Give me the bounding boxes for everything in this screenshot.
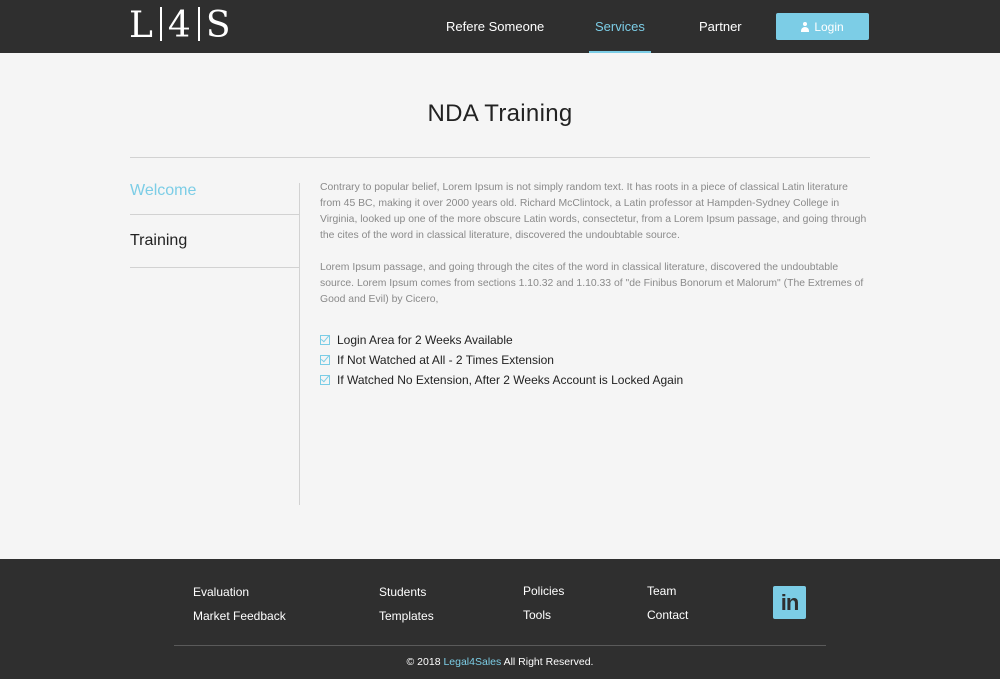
linkedin-icon[interactable]: in [773, 586, 806, 619]
checkbox-checked-icon [320, 355, 330, 365]
footer-divider [174, 645, 826, 646]
source-paragraph: Lorem Ipsum passage, and going through t… [320, 262, 864, 305]
brand-link[interactable]: Legal4Sales [443, 656, 501, 668]
checklist-item: If Not Watched at All - 2 Times Extensio… [320, 350, 870, 370]
logo-letter-s: S [205, 5, 232, 46]
sidebar-item-training[interactable]: Training [130, 215, 300, 268]
logo-letter-l: L [129, 5, 154, 46]
logo-digit-4: 4 [167, 5, 192, 46]
login-button[interactable]: Login [776, 13, 869, 40]
nav-refer-someone[interactable]: Refere Someone [446, 0, 544, 53]
user-icon [801, 21, 810, 32]
page-title: NDA Training [427, 100, 573, 127]
checkbox-checked-icon [320, 335, 330, 345]
copyright-prefix: © 2018 [406, 656, 441, 668]
footer-link-templates[interactable]: Templates [379, 609, 434, 623]
footer-link-market-feedback[interactable]: Market Feedback [193, 609, 286, 623]
checklist-item: If Watched No Extension, After 2 Weeks A… [320, 370, 870, 390]
nav-services[interactable]: Services [589, 0, 651, 53]
footer-link-students[interactable]: Students [379, 585, 426, 599]
sidebar-menu: Welcome Training [130, 158, 300, 268]
intro-paragraph: Contrary to popular belief, Lorem Ipsum … [320, 182, 867, 241]
l4s-logo[interactable]: L4S [129, 6, 231, 46]
copyright-text: © 2018 Legal4Sales All Right Reserved. [0, 656, 1000, 668]
top-navbar: L4S Refere Someone Services Partner Logi… [0, 0, 1000, 53]
sidebar-item-welcome[interactable]: Welcome [130, 158, 300, 215]
checklist-item: Login Area for 2 Weeks Available [320, 330, 870, 350]
sidebar-divider [299, 183, 300, 505]
checkbox-checked-icon [320, 375, 330, 385]
footer-link-tools[interactable]: Tools [523, 608, 551, 622]
checklist-item-label: If Not Watched at All - 2 Times Extensio… [337, 353, 554, 367]
footer-link-contact[interactable]: Contact [647, 608, 688, 622]
login-label: Login [814, 19, 844, 34]
checklist-item-label: If Watched No Extension, After 2 Weeks A… [337, 373, 684, 387]
nav-partner[interactable]: Partner [699, 0, 742, 53]
checklist-item-label: Login Area for 2 Weeks Available [337, 333, 513, 347]
copyright-suffix: All Right Reserved. [503, 656, 594, 668]
checklist: Login Area for 2 Weeks Available If Not … [320, 330, 870, 390]
content-area: Contrary to popular belief, Lorem Ipsum … [320, 180, 870, 390]
footer-link-policies[interactable]: Policies [523, 584, 564, 598]
footer-link-evaluation[interactable]: Evaluation [193, 585, 249, 599]
footer-link-team[interactable]: Team [647, 584, 676, 598]
